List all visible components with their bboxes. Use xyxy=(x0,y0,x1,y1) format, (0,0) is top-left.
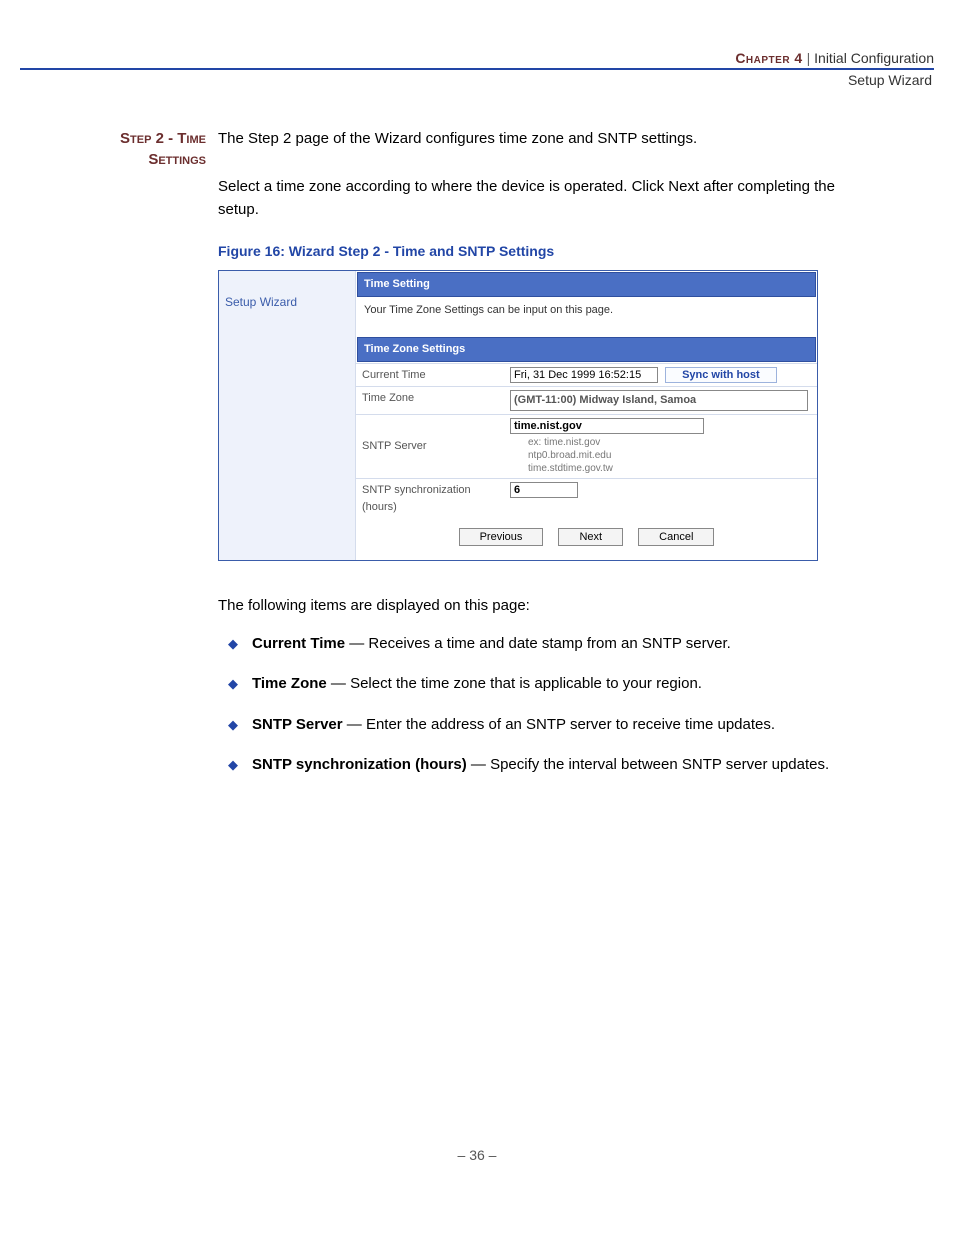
page-number: – 36 – xyxy=(0,1147,954,1193)
intro-paragraph: The Step 2 page of the Wizard configures… xyxy=(218,128,876,151)
current-time-label: Current Time xyxy=(356,363,504,387)
sntp-example-block: ex: time.nist.gov ntp0.broad.mit.edu tim… xyxy=(510,434,811,475)
bullet-label: Current Time xyxy=(252,635,345,652)
ex-prefix: ex: xyxy=(528,437,544,448)
chapter-label: Chapter 4 xyxy=(735,50,802,66)
header-divider: | xyxy=(807,50,815,66)
following-items-text: The following items are displayed on thi… xyxy=(218,595,876,618)
previous-button[interactable]: Previous xyxy=(459,528,544,546)
bullet-label: Time Zone xyxy=(252,675,327,692)
bullet-time-zone: Time Zone — Select the time zone that is… xyxy=(228,673,876,696)
bullet-text: — Specify the interval between SNTP serv… xyxy=(467,756,829,773)
time-zone-label: Time Zone xyxy=(356,387,504,415)
bullet-text: — Receives a time and date stamp from an… xyxy=(345,635,731,652)
bullet-text: — Enter the address of an SNTP server to… xyxy=(343,716,775,733)
wizard-nav-label: Setup Wizard xyxy=(219,271,356,560)
bullet-text: — Select the time zone that is applicabl… xyxy=(327,675,702,692)
next-button[interactable]: Next xyxy=(558,528,623,546)
row-time-zone: Time Zone (GMT-11:00) Midway Island, Sam… xyxy=(356,387,817,415)
bullet-label: SNTP Server xyxy=(252,716,343,733)
sntp-sync-input[interactable] xyxy=(510,482,578,498)
cancel-button[interactable]: Cancel xyxy=(638,528,714,546)
time-setting-subtext: Your Time Zone Settings can be input on … xyxy=(356,298,817,337)
header-title: Initial Configuration xyxy=(814,50,934,66)
time-setting-bar: Time Setting xyxy=(357,272,816,297)
sync-with-host-button[interactable]: Sync with host xyxy=(665,367,777,383)
sntp-sync-label: SNTP synchronization (hours) xyxy=(356,479,504,519)
row-sntp-sync: SNTP synchronization (hours) xyxy=(356,479,817,519)
row-sntp-server: SNTP Server ex: time.nist.gov ntp0.broad… xyxy=(356,414,817,479)
sntp-server-input[interactable] xyxy=(510,418,704,434)
ex-line-2: ntp0.broad.mit.edu xyxy=(528,450,611,461)
current-time-input[interactable] xyxy=(510,367,658,383)
time-zone-settings-bar: Time Zone Settings xyxy=(357,337,816,362)
row-current-time: Current Time Sync with host xyxy=(356,363,817,387)
page-header: Chapter 4 | Initial Configuration xyxy=(20,50,934,70)
bullet-sntp-server: SNTP Server — Enter the address of an SN… xyxy=(228,714,876,737)
bullet-current-time: Current Time — Receives a time and date … xyxy=(228,633,876,656)
bullet-list: Current Time — Receives a time and date … xyxy=(218,633,876,777)
header-subtitle: Setup Wizard xyxy=(0,72,932,88)
ex-line-1: time.nist.gov xyxy=(544,437,600,448)
sntp-server-label: SNTP Server xyxy=(356,414,504,479)
section-heading: Step 2 - Time Settings xyxy=(78,128,218,170)
second-paragraph: Select a time zone according to where th… xyxy=(218,176,876,221)
screenshot-figure: Setup Wizard Time Setting Your Time Zone… xyxy=(218,270,818,561)
bullet-sntp-sync: SNTP synchronization (hours) — Specify t… xyxy=(228,754,876,777)
ex-line-3: time.stdtime.gov.tw xyxy=(528,463,613,474)
time-zone-select[interactable]: (GMT-11:00) Midway Island, Samoa xyxy=(510,390,808,411)
figure-caption: Figure 16: Wizard Step 2 - Time and SNTP… xyxy=(218,241,876,262)
bullet-label: SNTP synchronization (hours) xyxy=(252,756,467,773)
